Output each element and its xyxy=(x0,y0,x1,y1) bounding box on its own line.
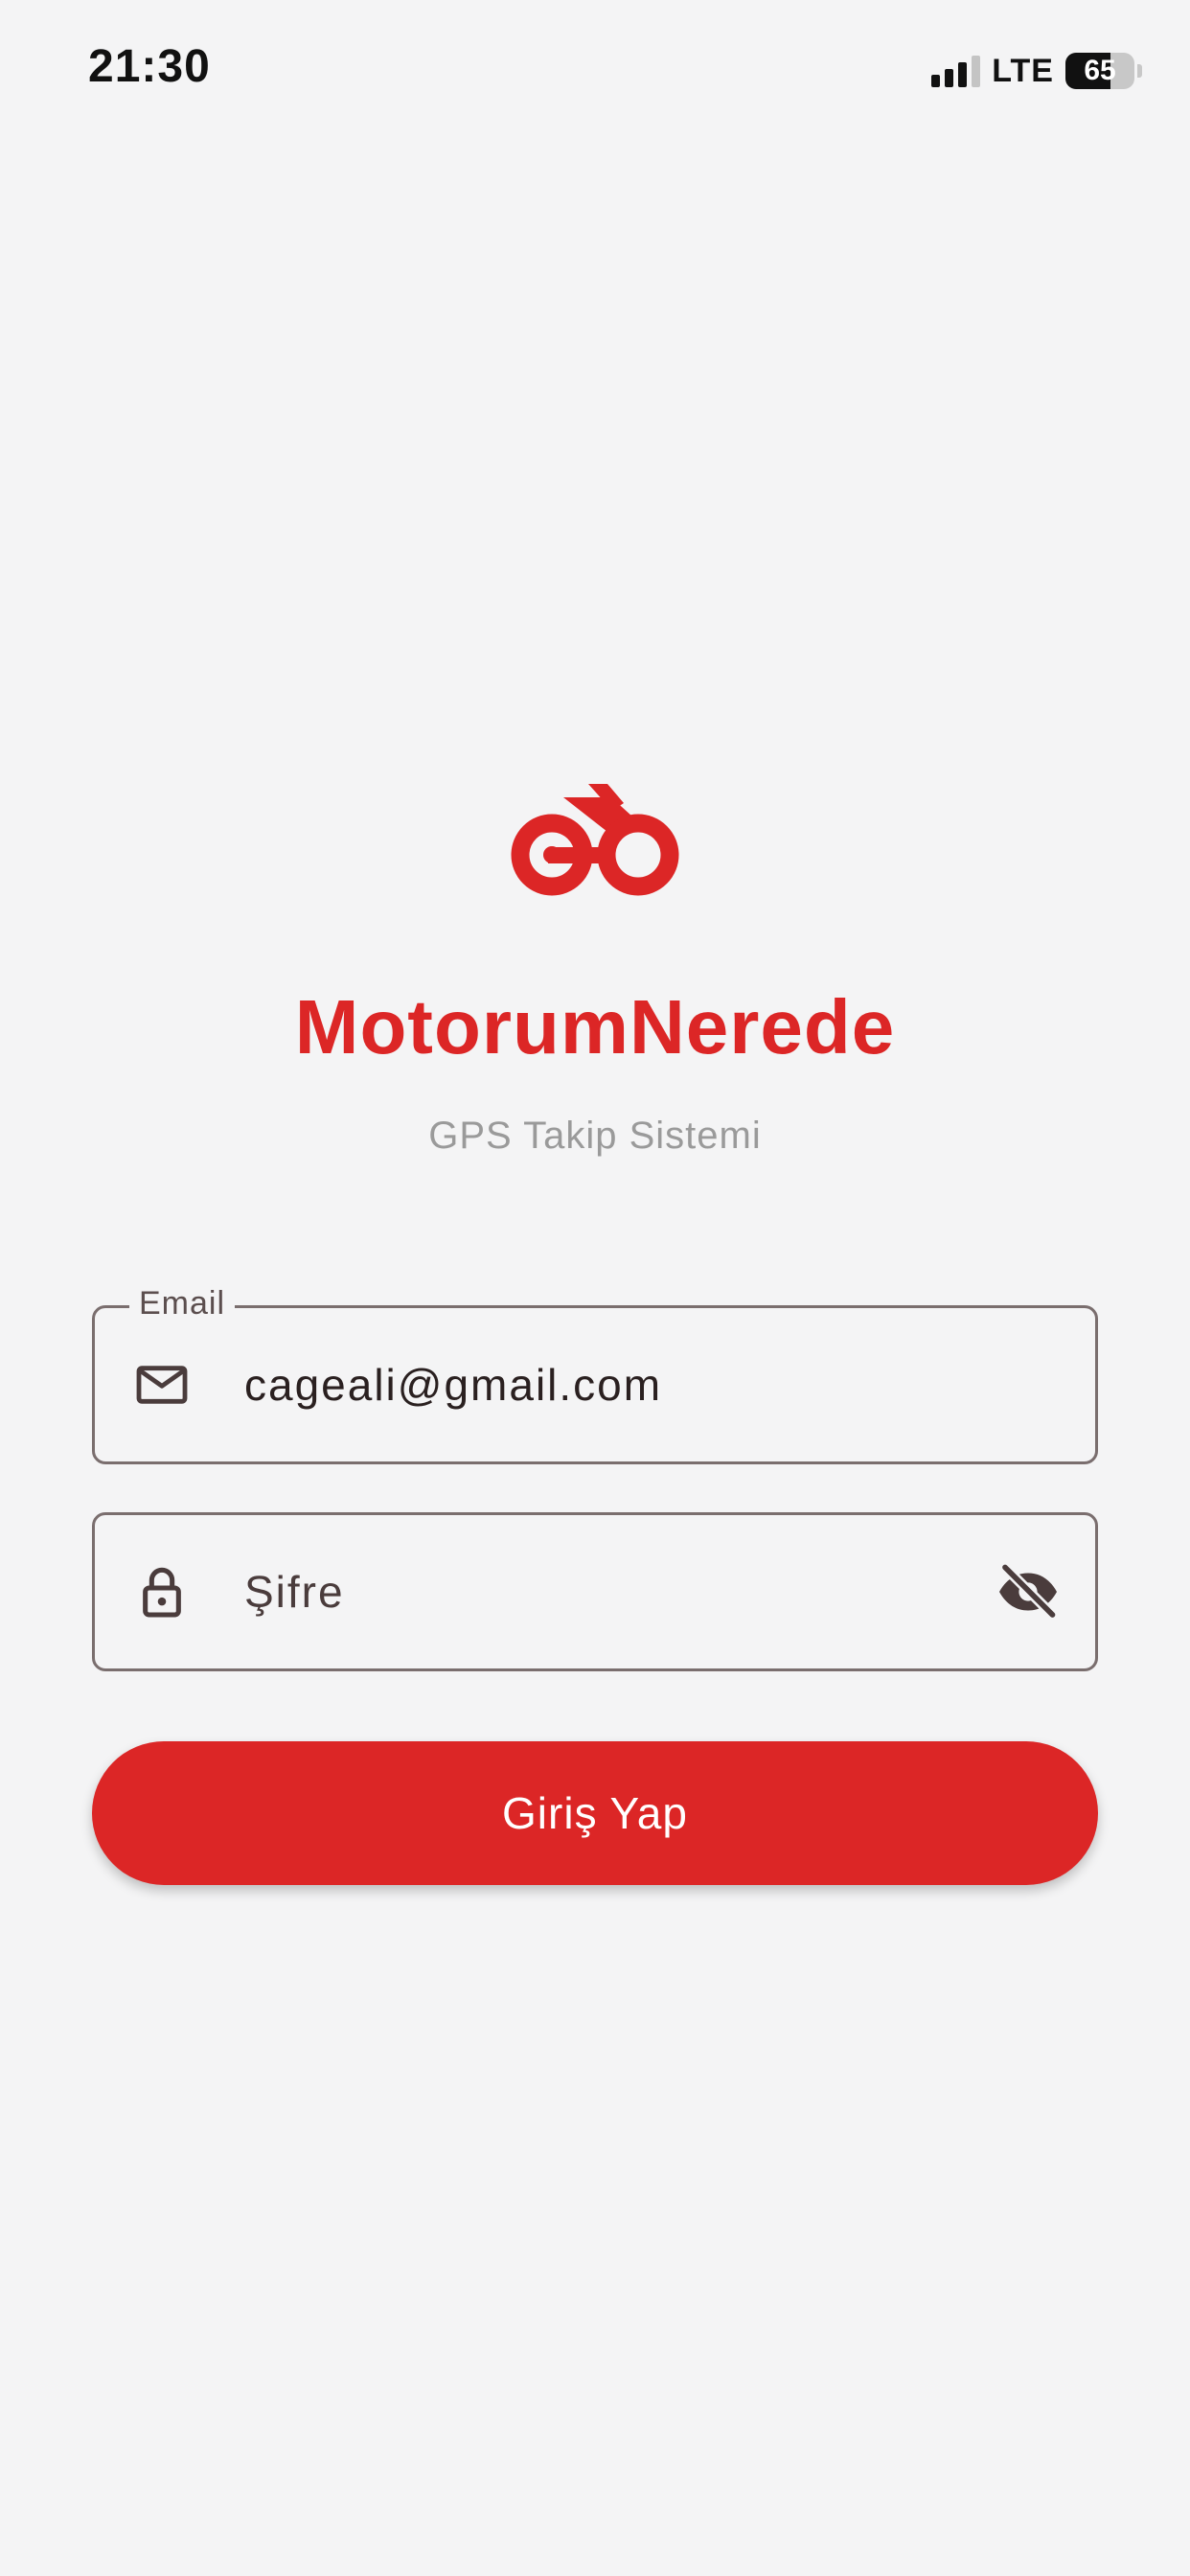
status-bar: 21:30 LTE 65 xyxy=(0,0,1190,144)
eye-off-icon[interactable] xyxy=(994,1557,1063,1626)
email-field-label: Email xyxy=(129,1285,236,1322)
app-title: MotorumNerede xyxy=(294,984,896,1070)
email-field[interactable]: Email cageali@gmail.com xyxy=(92,1285,1098,1464)
motorcycle-icon xyxy=(511,784,679,896)
status-indicators: LTE 65 xyxy=(931,50,1142,92)
cellular-signal-icon xyxy=(931,55,981,87)
lock-icon xyxy=(143,1567,181,1618)
mail-icon xyxy=(136,1366,188,1404)
login-button[interactable]: Giriş Yap xyxy=(92,1741,1098,1885)
battery-icon: 65 xyxy=(1065,53,1142,89)
email-value: cageali@gmail.com xyxy=(244,1360,663,1410)
password-input[interactable] xyxy=(244,1563,953,1621)
battery-percentage: 65 xyxy=(1084,55,1116,86)
password-field[interactable] xyxy=(92,1512,1098,1671)
app-subtitle: GPS Takip Sistemi xyxy=(428,1115,762,1157)
status-time: 21:30 xyxy=(88,41,211,92)
network-type: LTE xyxy=(992,52,1054,89)
